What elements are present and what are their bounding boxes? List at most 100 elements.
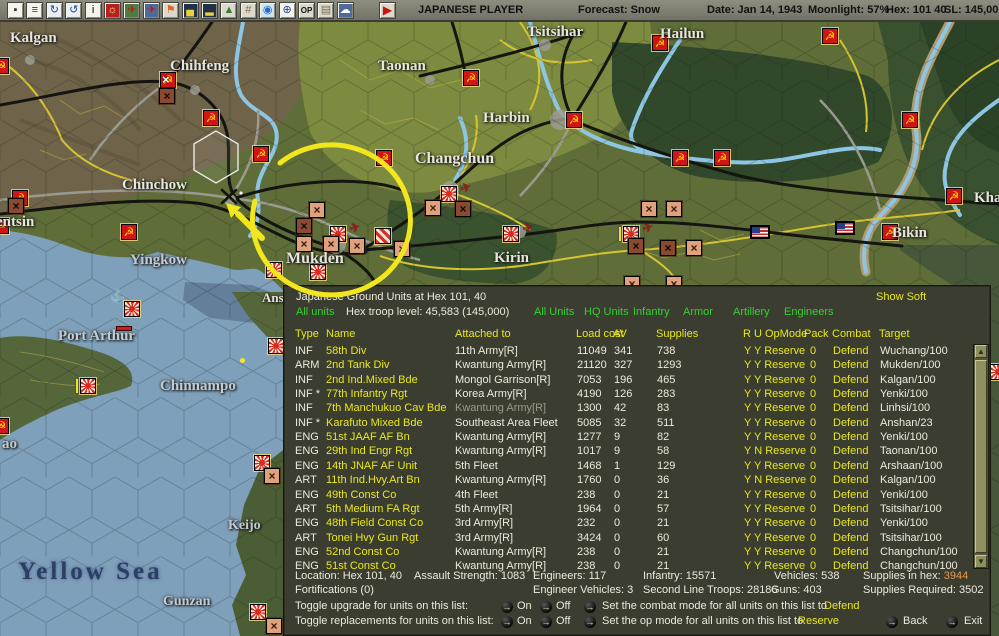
japanese-unit-icon[interactable] (266, 262, 282, 278)
base-depot-icon[interactable]: × (686, 240, 702, 256)
col-attached[interactable]: Attached to (455, 328, 511, 341)
japanese-unit-icon[interactable] (80, 378, 96, 394)
exit-button-icon[interactable]: → (946, 616, 958, 628)
info-icon[interactable]: i (84, 2, 102, 19)
air-group-icon[interactable]: ✈ (519, 219, 537, 237)
upgrade-on-button[interactable]: → (501, 601, 513, 613)
col-ru-opmode[interactable]: R U OpMode (743, 328, 807, 341)
base-depot-icon[interactable]: × (349, 238, 365, 254)
op-mode-value[interactable]: Reserve (798, 615, 839, 628)
us-flag-icon[interactable] (751, 226, 769, 238)
base-depot-icon[interactable]: × (641, 201, 657, 217)
replacements-off-button[interactable]: → (540, 616, 552, 628)
submarine-icon[interactable]: ▂ (201, 2, 218, 19)
air-transfer-icon[interactable]: ✈ (142, 2, 160, 19)
upgrade-off-label[interactable]: Off (556, 600, 570, 613)
soviet-unit-icon[interactable]: ☭ (652, 35, 668, 51)
combat-mode-value[interactable]: Defend (824, 600, 859, 613)
base-depot-icon[interactable]: × (323, 236, 339, 252)
base-depot-icon[interactable]: × (296, 236, 312, 252)
fortress-icon[interactable]: × (159, 88, 175, 104)
air-group-icon[interactable]: ✈ (346, 219, 364, 237)
unit-row-7th-manchukuo-cav-bde[interactable]: INF 7th Manchukuo Cav Bde Kwantung Army[R]… (284, 401, 970, 415)
supply-bar-icon[interactable] (75, 378, 79, 394)
base-depot-icon[interactable]: × (309, 202, 325, 218)
upgrade-off-button[interactable]: → (540, 601, 552, 613)
end-turn-button[interactable]: ▶ (379, 2, 396, 19)
anchor-icon[interactable]: ⚓ (110, 290, 125, 302)
tab-hq-units[interactable]: HQ Units (584, 306, 629, 319)
tab-armor[interactable]: Armor (683, 306, 713, 319)
flag-icon[interactable]: ⚑ (162, 2, 180, 19)
supply-bar-icon[interactable] (618, 226, 622, 242)
orders-report-icon[interactable]: ≡ (26, 2, 44, 19)
soviet-unit-icon[interactable]: ☭ (0, 58, 9, 74)
japanese-unit-icon[interactable] (503, 226, 519, 242)
japanese-unit-icon[interactable] (310, 264, 326, 280)
tab-engineers[interactable]: Engineers (784, 306, 834, 319)
unit-row-58th-div[interactable]: INF 58th Div 11th Army[R] 11049 341 738 Y Y Re… (284, 344, 970, 358)
unit-row-52nd-const-co[interactable]: ENG 52nd Const Co Kwantung Army[R] 238 0 21 Y … (284, 545, 970, 559)
base-depot-icon[interactable]: × (394, 241, 410, 257)
next-unit-icon[interactable]: ↻ (45, 2, 63, 19)
set-op-mode-button[interactable]: → (584, 616, 596, 628)
soviet-unit-icon[interactable]: ☭ (121, 224, 137, 240)
air-combat-icon[interactable]: ✈ (123, 2, 141, 19)
world-map-icon[interactable]: ◉ (259, 2, 277, 19)
base-depot-icon[interactable]: × (425, 200, 441, 216)
ruler-icon[interactable]: ▤ (317, 2, 335, 19)
col-type[interactable]: Type (295, 328, 319, 341)
ground-icon[interactable]: ▲ (220, 2, 238, 19)
air-group-icon[interactable]: ✈ (639, 219, 657, 237)
engineer-unit-icon[interactable] (375, 228, 391, 244)
soviet-unit-icon[interactable]: ☭ (672, 150, 688, 166)
fortress-icon[interactable]: × (8, 198, 24, 214)
unit-row-2nd-tank-div[interactable]: ARM 2nd Tank Div Kwantung Army[R] 21120 327 1… (284, 358, 970, 372)
soviet-unit-icon[interactable]: ☭ (822, 28, 838, 44)
col-av[interactable]: AV (613, 328, 627, 341)
unit-row-49th-const-co[interactable]: ENG 49th Const Co 4th Fleet 238 0 21 Y Y Reser… (284, 488, 970, 502)
unit-row-5th-medium-fa-rgt[interactable]: ART 5th Medium FA Rgt 5th Army[R] 1964 0 57 Y … (284, 502, 970, 516)
japanese-unit-icon[interactable] (990, 364, 999, 380)
fortress-icon[interactable]: × (628, 238, 644, 254)
set-combat-mode-button[interactable]: → (584, 601, 596, 613)
tab-all-units[interactable]: All Units (534, 306, 574, 319)
show-soft-toggle[interactable]: Show Soft (876, 291, 926, 304)
replacements-on-button[interactable]: → (501, 616, 513, 628)
base-depot-icon[interactable]: × (666, 201, 682, 217)
soviet-unit-icon[interactable]: ☭ (376, 150, 392, 166)
japanese-unit-icon[interactable] (124, 301, 140, 317)
scrollbar-thumb[interactable] (975, 360, 987, 553)
japanese-unit-icon[interactable] (250, 604, 266, 620)
unit-row-2nd-ind-mixed-bde[interactable]: INF 2nd Ind.Mixed Bde Mongol Garrison[R] 70… (284, 373, 970, 387)
soviet-unit-icon[interactable]: ☭ (566, 112, 582, 128)
col-name[interactable]: Name (326, 328, 355, 341)
soviet-unit-icon[interactable]: ☭ (946, 188, 962, 204)
scroll-up-button[interactable]: ▲ (975, 345, 987, 358)
unit-list-scrollbar[interactable]: ▲ ▼ (973, 344, 989, 569)
us-flag-icon[interactable] (836, 222, 854, 234)
soviet-unit-icon[interactable]: ☭ (882, 224, 898, 240)
exit-button[interactable]: Exit (964, 615, 982, 628)
soviet-unit-icon[interactable]: ☭ (253, 146, 269, 162)
soviet-unit-icon[interactable]: ☭ (463, 70, 479, 86)
rail-icon[interactable]: # (239, 2, 257, 19)
scroll-down-button[interactable]: ▼ (975, 555, 987, 568)
unit-row-tonei-hvy-gun-rgt[interactable]: ART Tonei Hvy Gun Rgt 3rd Army[R] 3424 0 60 Y … (284, 531, 970, 545)
fortress-icon[interactable]: × (455, 201, 471, 217)
fortress-icon[interactable]: × (296, 218, 312, 234)
unit-row-77th-infantry-rgt[interactable]: INF * 77th Infantry Rgt Korea Army[R] 4190 1… (284, 387, 970, 401)
back-button[interactable]: Back (903, 615, 927, 628)
soviet-unit-icon[interactable]: ☭ (0, 218, 9, 234)
unit-row-29th-ind-engr-rgt[interactable]: ENG 29th Ind Engr Rgt Kwantung Army[R] 1017… (284, 444, 970, 458)
soviet-unit-icon[interactable]: ☭ (203, 110, 219, 126)
replacements-on-label[interactable]: On (517, 615, 532, 628)
base-depot-icon[interactable]: × (266, 618, 282, 634)
japanese-unit-icon[interactable] (268, 338, 284, 354)
col-pack[interactable]: Pack (804, 328, 828, 341)
upgrade-on-label[interactable]: On (517, 600, 532, 613)
op-mode-icon[interactable]: OP (298, 2, 315, 19)
save-icon[interactable]: ▪ (7, 2, 24, 19)
replacements-off-label[interactable]: Off (556, 615, 570, 628)
naval-icon[interactable]: ▄ (181, 2, 199, 19)
